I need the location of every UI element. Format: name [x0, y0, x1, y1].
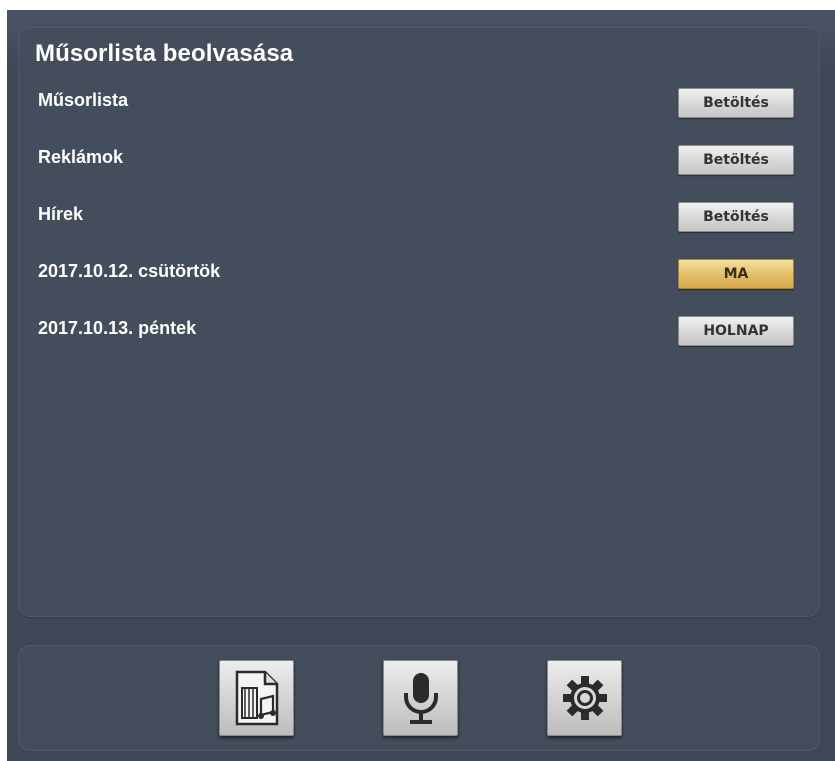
load-ads-button[interactable]: Betöltés	[678, 145, 794, 175]
row-label-today-date: 2017.10.12. csütörtök	[38, 261, 221, 281]
playlist-document-icon	[235, 670, 278, 726]
settings-tool-button[interactable]	[547, 660, 622, 736]
load-playlist-button[interactable]: Betöltés	[678, 88, 794, 118]
gear-icon	[562, 676, 607, 720]
row-label-news: Hírek	[38, 204, 84, 224]
playlist-tool-button[interactable]	[219, 660, 294, 736]
microphone-tool-button[interactable]	[383, 660, 458, 736]
microphone-icon	[403, 673, 438, 724]
load-news-button[interactable]: Betöltés	[678, 202, 794, 232]
panel-title: Műsorlista beolvasása	[35, 40, 294, 67]
row-label-playlist: Műsorlista	[38, 90, 129, 110]
today-button[interactable]: MA	[678, 259, 794, 289]
tomorrow-button[interactable]: HOLNAP	[678, 316, 794, 346]
row-label-tomorrow-date: 2017.10.13. péntek	[38, 318, 197, 338]
row-label-ads: Reklámok	[38, 147, 124, 167]
